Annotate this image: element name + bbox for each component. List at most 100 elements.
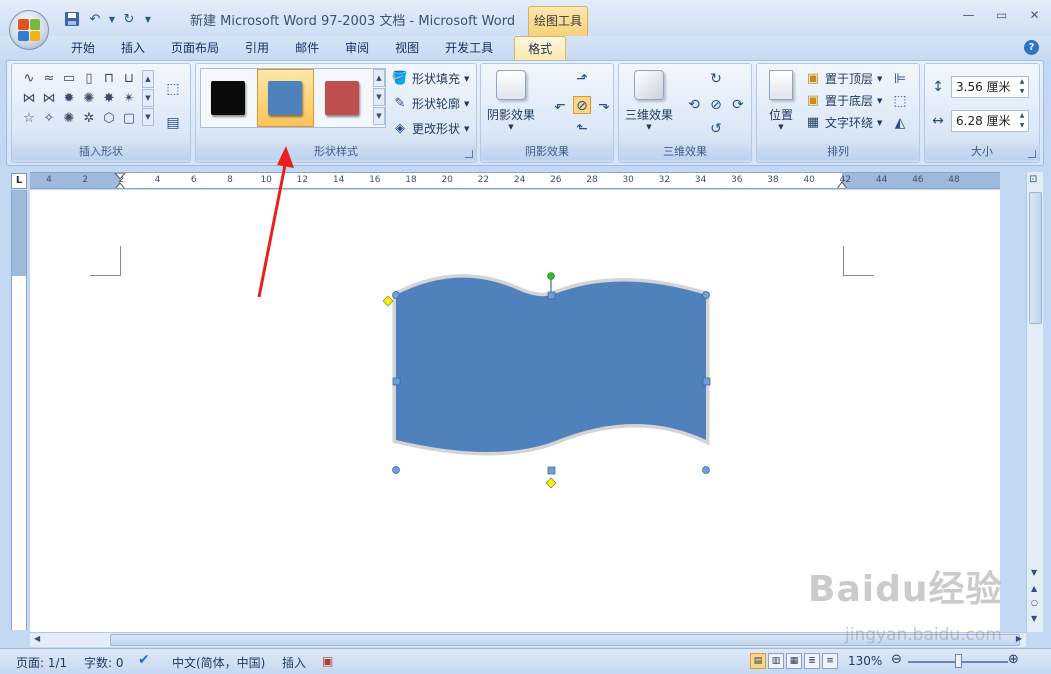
language-indicator[interactable]: 中文(简体，中国)	[172, 654, 265, 671]
word-count[interactable]: 字数: 0	[84, 654, 124, 671]
dialog-launcher-icon[interactable]	[465, 150, 473, 158]
tilt-up-icon[interactable]: ↻	[707, 70, 725, 88]
align-icon[interactable]: ⊫	[891, 70, 909, 88]
nudge-shadow-up-icon[interactable]: ⬏	[573, 70, 591, 88]
group-objects-icon[interactable]: ⬚	[891, 92, 909, 110]
style-swatch-red[interactable]	[325, 81, 359, 115]
ribbon-up-shape-icon[interactable]: ⋈	[20, 90, 38, 107]
save-icon[interactable]	[62, 9, 82, 29]
tilt-down-icon[interactable]: ↺	[707, 120, 725, 138]
shape-width-input[interactable]: 6.28 厘米 ▲ ▼	[951, 110, 1029, 132]
star-24-shape-icon[interactable]: ✺	[80, 90, 98, 107]
dialog-launcher-icon[interactable]	[1028, 150, 1036, 158]
rounded-rect-shape-icon[interactable]: ▢	[120, 110, 138, 127]
web-layout-icon[interactable]: ▦	[786, 653, 802, 669]
outline-view-icon[interactable]: ≣	[804, 653, 820, 669]
seal-shape-icon[interactable]: ✲	[80, 110, 98, 127]
style-more-icon[interactable]: ▼	[373, 107, 385, 125]
indent-marker-icon[interactable]	[114, 173, 126, 189]
style-swatch-black[interactable]	[211, 81, 245, 115]
text-box-icon[interactable]: ▤	[164, 114, 182, 132]
tab-format[interactable]: 格式	[514, 36, 567, 60]
page-count[interactable]: 页面: 1/1	[16, 654, 67, 671]
wave-shape-icon[interactable]: ∿	[20, 70, 38, 87]
scroll-down-icon[interactable]: ▼	[1031, 568, 1037, 577]
star-32-shape-icon[interactable]: ✹	[60, 90, 78, 107]
banner-shape-icon[interactable]: ⊔	[120, 70, 138, 87]
tab-mailings[interactable]: 邮件	[282, 36, 332, 60]
print-layout-view-icon[interactable]: ▤	[750, 653, 766, 669]
style-scroll-down-icon[interactable]: ▼	[373, 88, 385, 106]
star-16-shape-icon[interactable]: ✸	[100, 90, 118, 107]
zoom-in-icon[interactable]: ⊕	[1008, 652, 1019, 667]
style-swatch-blue[interactable]	[268, 81, 302, 115]
wave-shape[interactable]	[378, 268, 718, 488]
ruler-toggle-icon[interactable]: ⊡	[1029, 174, 1037, 185]
draft-view-icon[interactable]: ≡	[822, 653, 838, 669]
tab-home[interactable]: 开始	[58, 36, 108, 60]
style-scroll-up-icon[interactable]: ▲	[373, 69, 385, 87]
star-5-shape-icon[interactable]: ☆	[20, 110, 38, 127]
maximize-button[interactable]: ▭	[985, 4, 1018, 26]
minimize-button[interactable]: —	[952, 4, 985, 26]
horizontal-ruler[interactable]: 4 2 2 4 6 8 10 12 14 16 18 20 22 24 26 28 30 32 34 36 38 40 42…	[30, 172, 1000, 189]
shape-fill-button[interactable]: 🪣 形状填充 ▼	[392, 70, 470, 87]
scroll-up-icon[interactable]: ▲	[142, 70, 154, 88]
star-8-shape-icon[interactable]: ✴	[120, 90, 138, 107]
nudge-shadow-right-icon[interactable]: ⬎	[595, 96, 613, 114]
customize-qat-icon[interactable]: ▼	[142, 9, 154, 29]
zoom-level[interactable]: 130%	[848, 654, 882, 668]
shape-height-input[interactable]: 3.56 厘米 ▲ ▼	[951, 76, 1029, 98]
width-spinner-icon[interactable]: ▲ ▼	[1016, 111, 1028, 131]
gallery-more-icon[interactable]: ▼	[142, 108, 154, 126]
full-screen-reading-icon[interactable]: ▥	[768, 653, 784, 669]
edit-shape-icon[interactable]: ⬚	[164, 80, 182, 98]
vertical-ruler[interactable]	[11, 190, 27, 630]
hexagon-shape-icon[interactable]: ⬡	[100, 110, 118, 127]
previous-page-icon[interactable]: ▲	[1031, 584, 1037, 593]
shape-outline-button[interactable]: ✎ 形状轮廓 ▼	[392, 95, 470, 112]
shadow-toggle-icon[interactable]: ⊘	[573, 96, 591, 114]
scroll-down-icon[interactable]: ▼	[142, 89, 154, 107]
scroll-left-icon[interactable]: ◀	[34, 634, 40, 643]
send-to-back-button[interactable]: ▣ 置于底层 ▼	[805, 92, 883, 109]
text-wrapping-button[interactable]: ▦ 文字环绕 ▼	[805, 114, 883, 131]
proofing-icon[interactable]: ✔	[138, 652, 150, 668]
ribbon-shape-icon[interactable]: ⊓	[100, 70, 118, 87]
tilt-left-icon[interactable]: ⟲	[685, 96, 703, 114]
tilt-right-icon[interactable]: ⟳	[729, 96, 747, 114]
tab-view[interactable]: 视图	[382, 36, 432, 60]
vertical-scroll-thumb[interactable]	[1029, 192, 1042, 324]
nudge-shadow-left-icon[interactable]: ⬐	[551, 96, 569, 114]
redo-icon[interactable]: ↻	[119, 9, 139, 29]
undo-icon[interactable]: ↶	[85, 9, 105, 29]
right-indent-marker-icon[interactable]	[836, 181, 848, 189]
undo-dropdown-icon[interactable]: ▼	[108, 9, 116, 29]
tab-review[interactable]: 审阅	[332, 36, 382, 60]
tab-insert[interactable]: 插入	[108, 36, 158, 60]
position-button[interactable]: 位置 ▼	[761, 70, 801, 131]
zoom-out-icon[interactable]: ⊖	[891, 652, 902, 667]
tab-developer[interactable]: 开发工具	[432, 36, 506, 60]
3d-effects-button[interactable]: 三维效果 ▼	[625, 70, 673, 131]
scroll-shape-icon[interactable]: ▭	[60, 70, 78, 87]
change-shape-button[interactable]: ◈ 更改形状 ▼	[392, 120, 469, 137]
vertical-scroll-shape-icon[interactable]: ▯	[80, 70, 98, 87]
double-wave-shape-icon[interactable]: ≈	[40, 70, 58, 87]
help-icon[interactable]: ?	[1024, 40, 1039, 55]
3d-toggle-icon[interactable]: ⊘	[707, 96, 725, 114]
bring-to-front-button[interactable]: ▣ 置于顶层 ▼	[805, 70, 883, 87]
explosion-shape-icon[interactable]: ✺	[60, 110, 78, 127]
rotate-icon[interactable]: ◭	[891, 114, 909, 132]
close-button[interactable]: ✕	[1018, 4, 1051, 26]
tab-selector-button[interactable]: L	[11, 173, 27, 189]
browse-object-icon[interactable]: ○	[1031, 598, 1038, 607]
insert-mode-indicator[interactable]: 插入	[282, 654, 306, 671]
macro-record-icon[interactable]: ▣	[322, 654, 333, 668]
ribbon-down-shape-icon[interactable]: ⋈	[40, 90, 58, 107]
scroll-right-icon[interactable]: ▶	[1016, 634, 1022, 643]
tab-references[interactable]: 引用	[232, 36, 282, 60]
star-4-shape-icon[interactable]: ✧	[40, 110, 58, 127]
nudge-shadow-down-icon[interactable]: ⬑	[573, 120, 591, 138]
vertical-scrollbar[interactable]: ⊡ ▼ ▲ ○ ▼	[1026, 172, 1043, 632]
